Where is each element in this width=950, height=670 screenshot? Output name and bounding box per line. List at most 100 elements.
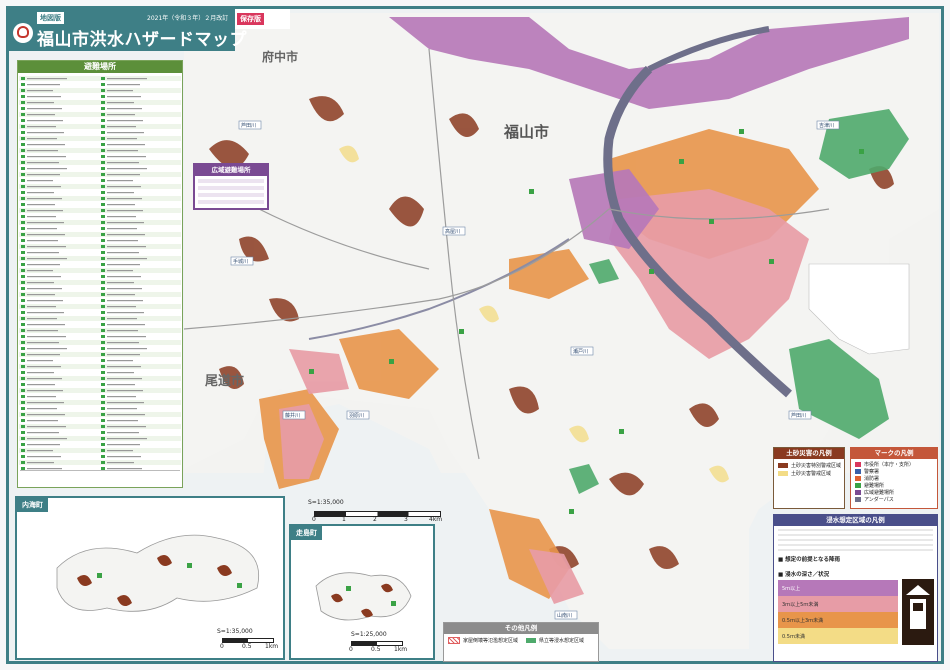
evacuation-row-marker	[101, 227, 105, 230]
evacuation-row-text	[27, 384, 55, 386]
evacuation-row-text	[107, 108, 142, 110]
evacuation-row-text	[27, 354, 60, 356]
evacuation-row-marker	[21, 113, 25, 116]
evacuation-row-text	[27, 432, 59, 434]
house-depth-illustration	[902, 579, 934, 645]
evacuation-row-marker	[21, 413, 25, 416]
evacuation-row-text	[27, 390, 63, 392]
evacuation-row-text	[107, 168, 147, 170]
evacuation-row-text	[107, 126, 136, 128]
evacuation-row-marker	[21, 449, 25, 452]
evacuation-row-marker	[101, 101, 105, 104]
evacuation-row-marker	[21, 257, 25, 260]
evacuation-row-marker	[21, 377, 25, 380]
evacuation-row-text	[27, 126, 56, 128]
evacuation-row-marker	[101, 335, 105, 338]
evacuation-row-text	[27, 264, 60, 266]
evacuation-row-text	[27, 300, 63, 302]
evacuation-row-marker	[101, 299, 105, 302]
police-icon	[855, 469, 861, 474]
evacuation-row-text	[107, 90, 133, 92]
evacuation-row-text	[107, 354, 140, 356]
other-legend-row-2: 県立等浸水想定区域	[526, 637, 584, 644]
evacuation-row-text	[107, 330, 138, 332]
evacuation-list-panel[interactable]: 避難場所	[17, 60, 183, 488]
inset-hashiri[interactable]: 走島町 S=1:25,000 0 0.5 1km	[289, 524, 435, 660]
evacuation-row-text	[27, 372, 54, 374]
evacuation-row-text	[107, 318, 137, 320]
evacuation-row-marker	[21, 275, 25, 278]
evacuation-row-marker	[21, 209, 25, 212]
evacuation-row-text	[107, 294, 135, 296]
evacuation-row-text	[107, 414, 145, 416]
evacuation-row-marker	[21, 185, 25, 188]
evacuation-row-marker	[101, 365, 105, 368]
evacuation-row-text	[27, 198, 62, 200]
evacuation-row-text	[27, 150, 58, 152]
evacuation-row-marker	[21, 437, 25, 440]
evacuation-row-text	[107, 300, 143, 302]
inset-utsumi-tick-2: 1km	[265, 643, 279, 650]
evacuation-row-text	[27, 78, 67, 80]
evacuation-row-marker	[101, 179, 105, 182]
evacuation-row-marker	[21, 323, 25, 326]
evacuation-row-text	[27, 306, 56, 308]
evacuation-row-marker	[21, 329, 25, 332]
evacuation-row-text	[27, 438, 67, 440]
evacuation-row-marker	[101, 191, 105, 194]
evacuation-row-text	[107, 420, 138, 422]
evacuation-row-marker	[21, 245, 25, 248]
marks-legend-heading: マークの凡例	[851, 448, 937, 459]
city-logo-icon	[13, 23, 33, 43]
evacuation-row-text	[27, 444, 60, 446]
evacuation-row-marker	[21, 269, 25, 272]
sediment-label-1: 土砂災害特別警戒区域	[791, 463, 842, 469]
evacuation-row-text	[107, 216, 136, 218]
main-scale: S=1:35,000	[308, 499, 344, 506]
evacuation-row-marker	[101, 425, 105, 428]
main-scale-label: S=1:35,000	[308, 499, 344, 506]
evacuation-row-text	[107, 390, 143, 392]
evacuation-row-marker	[21, 161, 25, 164]
evacuation-row-text	[107, 144, 145, 146]
evacuation-row-marker	[21, 419, 25, 422]
evacuation-row-text	[27, 288, 62, 290]
evacuation-row-text	[27, 456, 61, 458]
evacuation-row-marker	[101, 269, 105, 272]
revision-date: 2021年（令和３年）２月改訂	[147, 15, 229, 22]
main-scale-tick-1: 1	[342, 516, 346, 523]
evacuation-row-text	[107, 462, 134, 464]
evacuation-row-marker	[21, 455, 25, 458]
evacuation-row-text	[27, 180, 53, 182]
evacuation-row-marker	[101, 317, 105, 320]
main-scale-bar	[314, 511, 441, 517]
evacuation-row-marker	[101, 395, 105, 398]
inset-utsumi[interactable]: 内海町 S=1:35,000 0 0.5 1km	[15, 496, 285, 660]
evacuation-row-marker	[21, 317, 25, 320]
evacuation-row-text	[27, 102, 54, 104]
river-tag-8: 吉津川	[819, 122, 834, 129]
evacuation-row-text	[27, 216, 56, 218]
evacuation-row-text	[107, 378, 142, 380]
evacuation-row-marker	[101, 137, 105, 140]
sediment-legend-heading: 土砂災害の凡例	[774, 448, 844, 459]
evacuation-row-text	[107, 384, 135, 386]
evacuation-row-marker	[101, 77, 105, 80]
evacuation-row-text	[27, 408, 57, 410]
other-legend-label-2: 県立等浸水想定区域	[539, 638, 585, 644]
evacuation-row-marker	[101, 95, 105, 98]
mark-row-5: 広域避難場所	[855, 489, 894, 496]
wide-area-evacuation-icon	[855, 490, 861, 495]
evacuation-row-marker	[21, 89, 25, 92]
evacuation-row-text	[107, 138, 137, 140]
inset-utsumi-scale: S=1:35,000	[217, 628, 253, 635]
evacuation-row-text	[27, 258, 67, 260]
evacuation-row-marker	[21, 107, 25, 110]
evacuation-row-text	[107, 264, 140, 266]
evacuation-row-text	[27, 450, 53, 452]
river-tag-7: 芦田川	[791, 412, 806, 419]
evacuation-row-marker	[101, 353, 105, 356]
marks-legend: マークの凡例 市役所（本庁・支所） 警察署 消防署 避難場所 広域避難場所 アン…	[850, 447, 938, 509]
evacuation-row-marker	[21, 293, 25, 296]
evacuation-row-text	[27, 462, 54, 464]
